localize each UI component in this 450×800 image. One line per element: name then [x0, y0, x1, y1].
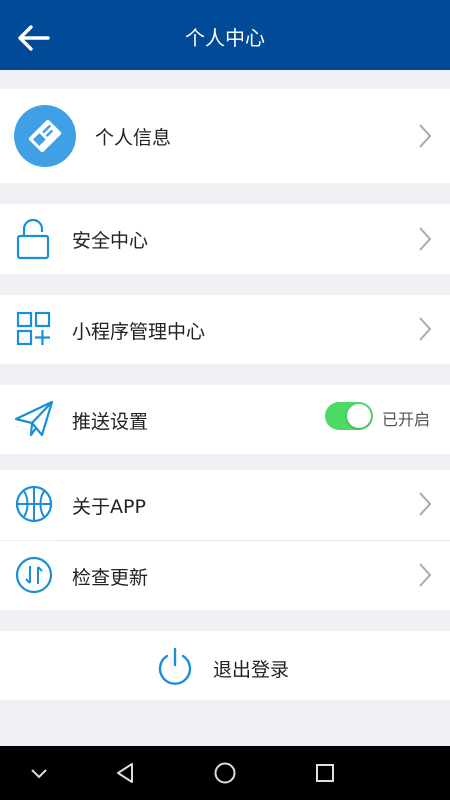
- id-card-icon: [14, 105, 76, 167]
- security-label: 安全中心: [72, 230, 149, 252]
- lock-icon: [16, 218, 50, 260]
- about-row[interactable]: 关于APP: [0, 470, 450, 540]
- page-title: 个人中心: [185, 26, 265, 50]
- recents-square-icon[interactable]: [310, 758, 340, 788]
- basketball-icon: [15, 485, 53, 523]
- push-status-text: 已开启: [382, 410, 431, 429]
- push-settings-row: 推送设置 已开启: [0, 385, 450, 454]
- mini-program-row[interactable]: 小程序管理中心: [0, 295, 450, 364]
- chevron-down-icon[interactable]: [24, 758, 54, 788]
- push-settings-label: 推送设置: [72, 411, 149, 433]
- paper-plane-icon: [14, 400, 54, 437]
- profile-row[interactable]: 个人信息: [0, 89, 450, 183]
- grid-plus-icon: [16, 311, 51, 346]
- refresh-arrows-icon: [15, 556, 53, 594]
- push-toggle[interactable]: [325, 402, 373, 430]
- security-row[interactable]: 安全中心: [0, 204, 450, 274]
- chevron-right-icon: [419, 317, 432, 341]
- power-icon: [158, 647, 192, 685]
- chevron-right-icon: [419, 124, 432, 148]
- mini-program-label: 小程序管理中心: [72, 321, 206, 343]
- check-update-row[interactable]: 检查更新: [0, 541, 450, 610]
- logout-label: 退出登录: [213, 659, 290, 681]
- chevron-right-icon: [419, 492, 432, 516]
- about-label: 关于APP: [72, 496, 146, 518]
- back-triangle-icon[interactable]: [110, 758, 140, 788]
- home-circle-icon[interactable]: [210, 758, 240, 788]
- check-update-label: 检查更新: [72, 567, 149, 589]
- system-nav-bar: [0, 746, 450, 800]
- logout-button[interactable]: 退出登录: [0, 631, 450, 700]
- chevron-right-icon: [419, 563, 432, 587]
- profile-label: 个人信息: [95, 127, 172, 149]
- app-header: 个人中心: [0, 0, 450, 70]
- toggle-knob: [347, 404, 371, 428]
- chevron-right-icon: [419, 227, 432, 251]
